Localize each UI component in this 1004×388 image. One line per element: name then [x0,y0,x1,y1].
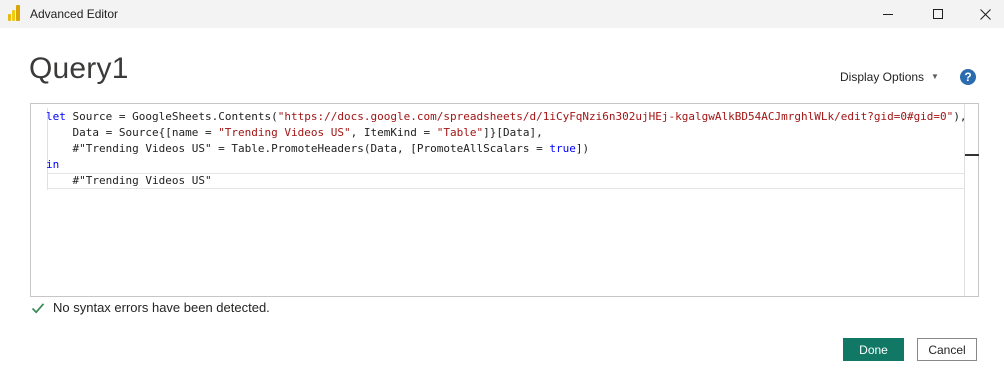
code-editor[interactable]: let Source = GoogleSheets.Contents("http… [30,103,979,297]
code-token: ]}[Data], [483,126,543,139]
query-name-title: Query1 [29,52,129,85]
done-button[interactable]: Done [843,338,904,361]
code-string: "https://docs.google.com/spreadsheets/d/… [277,110,954,123]
window-title: Advanced Editor [30,7,119,21]
close-button[interactable] [962,0,1004,28]
power-bi-icon [8,5,20,21]
maximize-icon [933,9,943,19]
code-keyword: true [549,142,576,155]
code-keyword: let [46,110,66,123]
help-icon-glyph: ? [964,70,972,84]
syntax-status-message: No syntax errors have been detected. [53,300,270,315]
display-options-dropdown[interactable]: Display Options ▼ [840,70,939,84]
code-content[interactable]: let Source = GoogleSheets.Contents("http… [46,109,967,189]
maximize-button[interactable] [915,0,961,28]
title-bar: Advanced Editor [0,0,1004,28]
code-line[interactable]: in [46,157,967,173]
code-keyword: in [46,158,60,171]
code-token: ]) [575,142,590,155]
code-token: Data = Source{[name = [46,126,219,139]
minimize-icon [883,13,893,15]
code-token: #"Trending Videos US" [46,174,212,187]
minimize-button[interactable] [865,0,911,28]
checkmark-icon [31,302,45,314]
code-token: , ItemKind = [350,126,437,139]
chevron-down-icon: ▼ [931,71,939,81]
code-string: "Trending Videos US" [218,126,351,139]
cancel-button[interactable]: Cancel [917,338,977,361]
code-string: "Table" [436,126,484,139]
scrollbar-marker [965,154,979,156]
code-line[interactable]: #"Trending Videos US" [46,173,967,189]
help-icon[interactable]: ? [960,69,976,85]
syntax-status: No syntax errors have been detected. [31,300,270,315]
code-line[interactable]: Data = Source{[name = "Trending Videos U… [46,125,967,141]
vertical-scrollbar[interactable] [964,104,979,296]
code-token: #"Trending Videos US" = Table.PromoteHea… [46,142,550,155]
display-options-label: Display Options [840,70,925,84]
code-token: Source = GoogleSheets.Contents( [65,110,278,123]
close-icon [979,8,991,20]
code-line[interactable]: let Source = GoogleSheets.Contents("http… [46,109,967,125]
code-line[interactable]: #"Trending Videos US" = Table.PromoteHea… [46,141,967,157]
